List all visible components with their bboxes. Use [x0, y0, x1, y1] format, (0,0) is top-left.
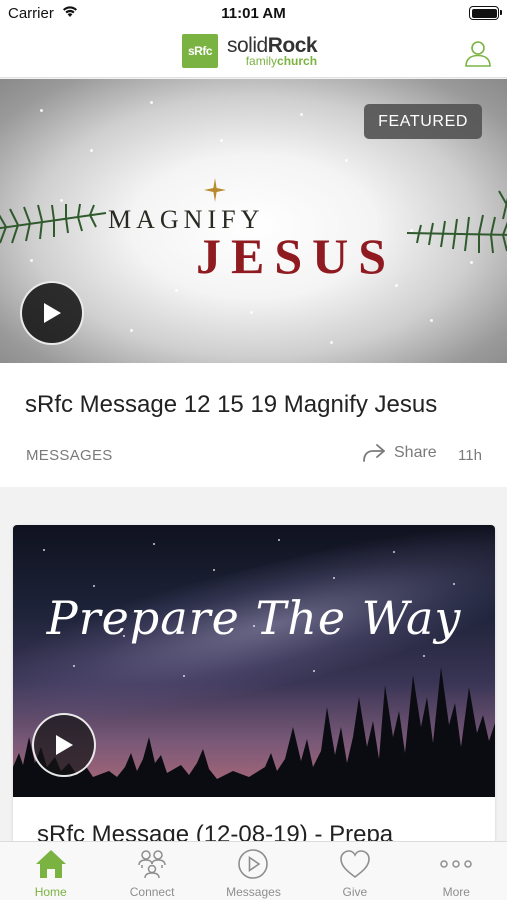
tab-label: Home: [34, 885, 67, 899]
logo-sub-light: family: [245, 54, 278, 68]
tab-label: Connect: [129, 885, 175, 899]
category-label: MESSAGES: [26, 447, 113, 464]
logo-wordmark: solidRock familychurch: [227, 35, 318, 68]
tab-give[interactable]: Give: [304, 842, 405, 900]
status-bar: Carrier 11:01 AM: [0, 0, 507, 28]
logo-badge: sRfc: [182, 34, 218, 68]
nav-bar: sRfc solidRock familychurch: [0, 28, 507, 78]
tab-bar: Home Connect Messages Give More: [0, 841, 507, 900]
status-time: 11:01 AM: [221, 5, 286, 22]
connect-icon: [138, 850, 166, 879]
share-button[interactable]: Share: [362, 443, 437, 463]
tab-connect[interactable]: Connect: [101, 842, 202, 900]
battery-icon: [469, 6, 502, 20]
church-logo: sRfc solidRock familychurch: [182, 33, 318, 69]
featured-card[interactable]: MAGNIFY JESUS FEATURED sRfc Message 12 1…: [0, 79, 507, 487]
share-icon: [363, 444, 385, 462]
heart-icon: [340, 850, 370, 879]
featured-badge: FEATURED: [364, 104, 482, 139]
tab-label: Give: [342, 885, 368, 899]
tab-home[interactable]: Home: [0, 842, 101, 900]
logo-sub-bold: church: [277, 54, 318, 68]
featured-artwork[interactable]: MAGNIFY JESUS FEATURED: [0, 79, 507, 363]
home-icon: [35, 850, 66, 878]
tab-label: Messages: [226, 885, 281, 899]
more-dots-icon: [440, 860, 472, 868]
tab-messages[interactable]: Messages: [203, 842, 304, 900]
pine-branch-left: [0, 203, 107, 244]
star-ornament-icon: [204, 178, 226, 202]
share-label: Share: [394, 444, 437, 461]
featured-title[interactable]: sRfc Message 12 15 19 Magnify Jesus: [25, 391, 437, 419]
timestamp: 11h: [458, 447, 482, 464]
user-icon[interactable]: [463, 38, 493, 68]
play-icon: [44, 303, 61, 323]
play-circle-icon: [238, 849, 269, 879]
play-button[interactable]: [20, 281, 84, 345]
artwork-jesus-text: JESUS: [196, 228, 397, 284]
message-artwork[interactable]: Prepare The Way: [13, 525, 495, 797]
play-button[interactable]: [32, 713, 96, 777]
play-icon: [56, 735, 73, 755]
tab-more[interactable]: More: [406, 842, 507, 900]
pine-branch-right: [406, 190, 507, 254]
tab-label: More: [442, 885, 470, 899]
message-card[interactable]: Prepare The Way sRfc Message (12-08-19) …: [13, 525, 495, 855]
artwork-prepare-text: Prepare The Way: [46, 591, 462, 645]
